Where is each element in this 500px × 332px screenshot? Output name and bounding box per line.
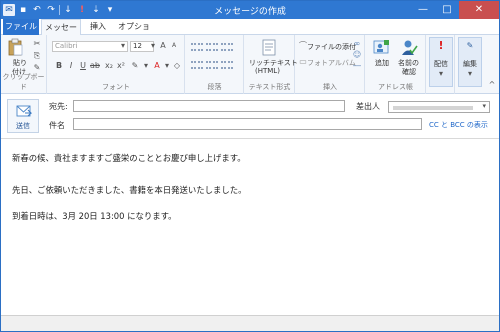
tab-file[interactable]: ファイル <box>3 19 39 35</box>
italic-icon[interactable]: I <box>66 61 76 71</box>
body-line: 先日、ご依頼いただきました、書籍を本日発送いたしました。 <box>12 185 247 195</box>
text-format-group-label: テキスト形式 <box>248 83 291 91</box>
send-label: 送信 <box>16 122 30 130</box>
font-color-icon[interactable]: A <box>152 61 162 71</box>
from-label: 差出人 <box>356 102 380 111</box>
document-icon[interactable] <box>262 39 277 56</box>
to-label: 宛先: <box>49 102 68 111</box>
font-family-select[interactable]: Calibri <box>52 41 128 52</box>
subject-input[interactable] <box>73 118 422 130</box>
subscript-icon[interactable]: x₂ <box>104 61 114 71</box>
tab-message[interactable]: メッセージ <box>41 19 81 48</box>
group-clipboard: 貼り 付け ✂ ⎘ ✎ クリップボード <box>1 35 47 94</box>
check-names-icon[interactable] <box>400 38 418 56</box>
chevron-down-icon: ▾ <box>482 102 486 110</box>
send-icon <box>16 105 32 117</box>
ribbon: 貼り 付け ✂ ⎘ ✎ クリップボード Calibri ▾ 12 ▾ A A B… <box>1 35 499 94</box>
ribbon-tabs: ファイル メッセージ 挿入 オプション <box>1 19 499 48</box>
highlight-icon[interactable]: ✎ <box>130 61 140 71</box>
collapse-ribbon-icon[interactable]: ^ <box>487 80 497 90</box>
from-value-redacted <box>393 106 473 110</box>
paste-icon[interactable] <box>8 38 24 56</box>
to-input[interactable] <box>73 100 345 112</box>
add-label[interactable]: 追加 <box>375 58 389 68</box>
chevron-down-icon[interactable]: ▾ <box>118 41 128 51</box>
chevron-down-icon: ▾ <box>467 69 472 78</box>
numbering-icon[interactable] <box>206 43 218 51</box>
font-size-value: 12 <box>133 42 142 50</box>
align-right-icon[interactable] <box>221 61 233 69</box>
underline-icon[interactable]: U <box>78 61 88 71</box>
compose-window: ✉ ▪ ↶ ↷ ↓ ! ⇣ ▾ メッセージの作成 — □ ✕ ファイル メッセー… <box>0 0 500 332</box>
link-icon[interactable]: ∞ <box>352 39 362 49</box>
add-contact-icon[interactable] <box>373 39 390 55</box>
group-address-book: 追加 名前の 確認 アドレス帳 <box>366 35 426 94</box>
delivery-label: 配信 <box>434 60 448 68</box>
clipboard-group-label: クリップボード <box>2 73 45 91</box>
body-line: 新春の候、貴社ますますご盛栄のこととお慶び申し上げます。 <box>12 153 246 163</box>
title-bar: ✉ ▪ ↶ ↷ ↓ ! ⇣ ▾ メッセージの作成 — □ ✕ <box>1 1 499 19</box>
font-family-value: Calibri <box>55 42 78 50</box>
edit-label: 編集 <box>463 60 477 68</box>
align-center-icon[interactable] <box>206 61 218 69</box>
bullets-icon[interactable] <box>191 43 203 51</box>
attach-file-label[interactable]: ファイルの添付 <box>307 42 356 52</box>
clear-format-icon[interactable]: ◇ <box>172 61 182 71</box>
window-controls: — □ ✕ <box>411 1 499 19</box>
shrink-font-icon[interactable]: A <box>169 41 179 51</box>
insert-group-label: 挿入 <box>323 83 337 91</box>
group-insert: ⌒ ファイルの添付 ▭ フォトアルバム ∞ ☺ ― 挿入 <box>296 35 365 94</box>
paragraph-group-label: 段落 <box>207 83 222 91</box>
font-group-label: フォント <box>102 83 130 91</box>
importance-icon: ! <box>438 39 444 52</box>
copy-icon[interactable]: ⎘ <box>32 51 42 61</box>
close-button[interactable]: ✕ <box>459 1 499 19</box>
message-body[interactable]: 新春の候、貴社ますますご盛栄のこととお慶び申し上げます。 先日、ご依頼いただきま… <box>1 140 499 315</box>
chevron-down-icon[interactable]: ▾ <box>148 41 158 51</box>
show-cc-bcc-link[interactable]: CC と BCC の表示 <box>429 120 488 130</box>
subject-label: 件名 <box>49 121 65 130</box>
group-font: Calibri ▾ 12 ▾ A A B I U ab x₂ x² ✎ ▾ A … <box>48 35 185 94</box>
photo-album-label: フォトアルバム <box>307 59 356 67</box>
minimize-button[interactable]: — <box>411 1 435 19</box>
from-select[interactable]: ▾ <box>388 101 490 113</box>
send-button[interactable]: 送信 <box>7 99 39 133</box>
horizontal-line-icon[interactable]: ― <box>352 61 362 71</box>
bold-icon[interactable]: B <box>54 61 64 71</box>
group-delivery: ! 配信 ▾ <box>427 35 455 94</box>
superscript-icon[interactable]: x² <box>116 61 126 71</box>
align-left-icon[interactable] <box>191 61 203 69</box>
group-edit: ✎ 編集 ▾ <box>456 35 486 94</box>
tab-options[interactable]: オプション <box>117 19 151 47</box>
chevron-down-icon[interactable]: ▾ <box>162 61 172 71</box>
group-paragraph: 段落 <box>186 35 244 94</box>
strikethrough-icon[interactable]: ab <box>90 61 100 71</box>
chevron-down-icon: ▾ <box>438 69 443 78</box>
edit-icon: ✎ <box>466 41 474 50</box>
emoticon-icon[interactable]: ☺ <box>352 50 362 60</box>
check-names-label-2[interactable]: 確認 <box>402 67 416 77</box>
tab-insert[interactable]: 挿入 <box>85 19 111 35</box>
rich-text-label-2[interactable]: (HTML) <box>255 67 280 75</box>
chevron-down-icon[interactable]: ▾ <box>141 61 151 71</box>
body-line: 到着日時は、3月 20日 13:00 になります。 <box>12 211 177 221</box>
indent-icon[interactable] <box>221 43 233 51</box>
maximize-button[interactable]: □ <box>435 1 459 19</box>
message-header: 送信 宛先: 差出人 ▾ 件名 CC と BCC の表示 <box>1 95 499 139</box>
address-book-group-label: アドレス帳 <box>378 83 413 91</box>
grow-font-icon[interactable]: A <box>158 41 168 51</box>
status-bar <box>1 315 499 331</box>
cut-icon[interactable]: ✂ <box>32 39 42 49</box>
group-text-format: リッチテキスト (HTML) テキスト形式 <box>245 35 298 94</box>
